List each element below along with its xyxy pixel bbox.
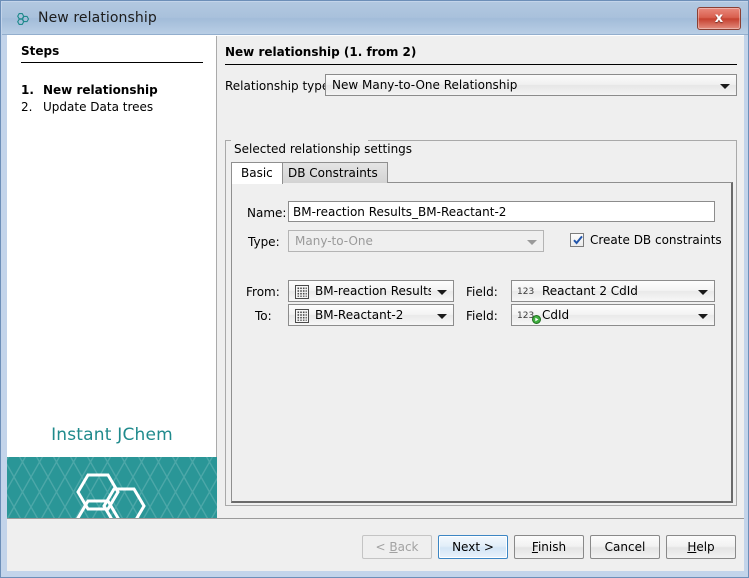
chevron-down-icon: [437, 290, 447, 295]
name-input[interactable]: BM-reaction Results_BM-Reactant-2: [288, 201, 715, 222]
to-field-select[interactable]: 123 CdId: [511, 304, 715, 326]
window-title: New relationship: [38, 10, 157, 26]
to-field-label: Field:: [466, 309, 498, 323]
name-label: Name:: [247, 206, 286, 220]
window-bottom-strip: [2, 571, 749, 576]
button-bar: < Back Next > Finish Cancel Help: [7, 518, 744, 573]
next-button-label: Next >: [452, 540, 494, 554]
finish-button[interactable]: Finish: [514, 535, 584, 559]
checkbox-box: [570, 233, 584, 247]
type-select: Many-to-One: [288, 230, 544, 252]
step-item-new-relationship: 1.New relationship: [21, 83, 211, 100]
number-123-icon: 123: [517, 284, 539, 300]
chevron-down-icon: [527, 240, 537, 245]
back-button-label: < Back: [375, 540, 418, 554]
from-field-select[interactable]: 123 Reactant 2 CdId: [511, 280, 715, 302]
steps-pane: Steps 1.New relationship 2.Update Data t…: [7, 36, 217, 517]
chevron-down-icon: [698, 314, 708, 319]
from-table-select[interactable]: BM-reaction Results: [288, 280, 454, 302]
chevron-down-icon: [720, 84, 730, 89]
tab-basic-label: Basic: [241, 166, 273, 180]
relationship-type-label: Relationship type:: [225, 79, 333, 93]
type-value: Many-to-One: [295, 234, 521, 248]
step-item-update-data-trees: 2.Update Data trees: [21, 100, 211, 117]
group-legend: Selected relationship settings: [231, 142, 415, 156]
tab-basic[interactable]: Basic: [231, 162, 283, 184]
number-123-key-icon: 123: [517, 308, 539, 324]
to-table-select[interactable]: BM-Reactant-2: [288, 304, 454, 326]
brand-name: Instant JChem: [7, 425, 217, 445]
to-label: To:: [255, 309, 272, 323]
cancel-button-label: Cancel: [605, 540, 646, 554]
next-button[interactable]: Next >: [438, 535, 508, 559]
create-db-constraints-label: Create DB constraints: [590, 233, 722, 247]
page-title: New relationship (1. from 2): [225, 45, 416, 59]
table-grid-icon: [294, 308, 310, 324]
relationship-type-select[interactable]: New Many-to-One Relationship: [325, 74, 737, 96]
type-label: Type:: [248, 235, 280, 249]
primary-key-badge-icon: [532, 315, 541, 324]
cancel-button[interactable]: Cancel: [590, 535, 660, 559]
name-input-value: BM-reaction Results_BM-Reactant-2: [293, 205, 506, 219]
back-button: < Back: [362, 535, 432, 559]
from-field-value: Reactant 2 CdId: [542, 284, 692, 298]
chevron-down-icon: [698, 290, 708, 295]
from-table-value: BM-reaction Results: [315, 284, 431, 298]
finish-button-label: Finish: [532, 540, 566, 554]
table-grid-icon: [294, 284, 310, 300]
page-title-divider: [225, 64, 737, 65]
tab-db-constraints-label: DB Constraints: [288, 166, 378, 180]
step-label: Update Data trees: [43, 100, 153, 114]
title-bar: New relationship x: [2, 2, 749, 35]
tab-db-constraints[interactable]: DB Constraints: [278, 162, 388, 183]
tab-strip: Basic DB Constraints: [231, 162, 733, 182]
from-field-label: Field:: [466, 285, 498, 299]
to-table-value: BM-Reactant-2: [315, 308, 431, 322]
close-icon: x: [698, 8, 740, 29]
step-label: New relationship: [43, 83, 158, 97]
check-icon: [572, 234, 584, 246]
step-number: 1.: [21, 83, 43, 97]
dialog-window: New relationship x Steps 1.New relations…: [0, 0, 749, 578]
steps-divider: [21, 62, 203, 63]
step-number: 2.: [21, 100, 43, 114]
relationship-type-value: New Many-to-One Relationship: [332, 78, 714, 92]
steps-heading: Steps: [21, 44, 59, 58]
help-button[interactable]: Help: [666, 535, 736, 559]
close-button[interactable]: x: [697, 7, 741, 30]
dialog-content: Steps 1.New relationship 2.Update Data t…: [7, 35, 744, 573]
jchem-molecule-icon: [15, 11, 31, 27]
from-label: From:: [246, 285, 280, 299]
to-field-value: CdId: [542, 308, 692, 322]
help-button-label: Help: [687, 540, 714, 554]
chevron-down-icon: [437, 314, 447, 319]
